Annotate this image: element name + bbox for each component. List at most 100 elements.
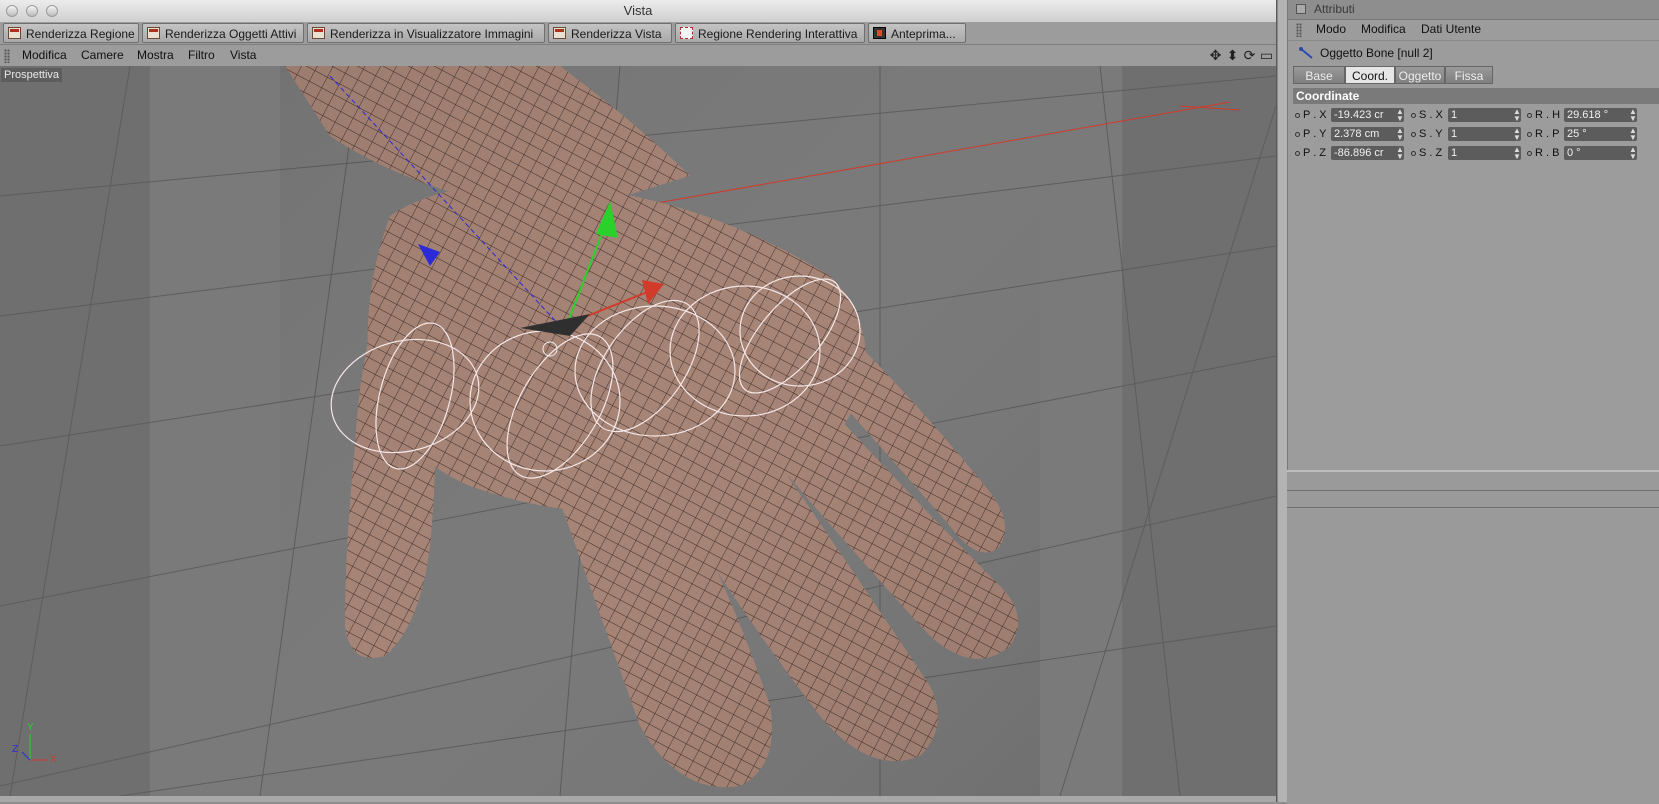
interactive-render-region-button[interactable]: Regione Rendering Interattiva bbox=[675, 23, 865, 43]
spinner-icon[interactable]: ▲ ▼ bbox=[1513, 146, 1521, 160]
grip-icon bbox=[1296, 23, 1302, 37]
tab-oggetto[interactable]: Oggetto bbox=[1395, 66, 1445, 84]
x-axis-label: X bbox=[50, 754, 57, 765]
scale-z-field[interactable]: 1 ▲ ▼ bbox=[1448, 146, 1521, 160]
pos-z-field[interactable]: -86.896 cr ▲ ▼ bbox=[1331, 146, 1404, 160]
render-picture-viewer-button[interactable]: Renderizza in Visualizzatore Immagini bbox=[307, 23, 545, 43]
rotate-view-icon[interactable]: ⟳ bbox=[1242, 48, 1257, 63]
render-view-button[interactable]: Renderizza Vista bbox=[548, 23, 672, 43]
object-label: Oggetto Bone [null 2] bbox=[1320, 46, 1433, 60]
clapper-icon bbox=[8, 27, 21, 39]
clapper-icon bbox=[147, 27, 160, 39]
menu-mostra[interactable]: Mostra bbox=[137, 45, 174, 66]
rot-b-field[interactable]: 0 ° ▲ ▼ bbox=[1564, 146, 1637, 160]
keyframe-dot-icon[interactable] bbox=[1295, 131, 1300, 137]
render-picture-viewer-label: Renderizza in Visualizzatore Immagini bbox=[330, 27, 534, 41]
pos-y-label: P . Y bbox=[1295, 125, 1326, 143]
tab-fissa[interactable]: Fissa bbox=[1445, 66, 1493, 84]
pos-x-label: P . X bbox=[1295, 106, 1327, 124]
menu-vista[interactable]: Vista bbox=[230, 45, 256, 66]
menu-camere[interactable]: Camere bbox=[81, 45, 124, 66]
lower-panel bbox=[1287, 470, 1659, 804]
scale-y-field[interactable]: 1 ▲ ▼ bbox=[1448, 127, 1521, 141]
keyframe-dot-icon[interactable] bbox=[1411, 131, 1416, 137]
clapper-icon bbox=[312, 27, 325, 39]
spinner-icon[interactable]: ▲ ▼ bbox=[1629, 146, 1637, 160]
vista-window: Vista Renderizza Regione Renderizza Ogge… bbox=[0, 0, 1277, 802]
rot-p-field[interactable]: 25 ° ▲ ▼ bbox=[1564, 127, 1637, 141]
render-region-label: Renderizza Regione bbox=[26, 27, 135, 41]
viewport-menu-bar: Modifica Camere Mostra Filtro Vista ✥ ⬍ … bbox=[0, 45, 1276, 67]
spinner-icon[interactable]: ▲ ▼ bbox=[1629, 108, 1637, 122]
preview-label: Anteprima... bbox=[891, 27, 956, 41]
clapper-icon bbox=[553, 27, 566, 39]
attributes-header: Attributi bbox=[1288, 0, 1659, 20]
keyframe-dot-icon[interactable] bbox=[1527, 150, 1532, 156]
keyframe-dot-icon[interactable] bbox=[1411, 150, 1416, 156]
attributes-menu-bar: Modo Modifica Dati Utente bbox=[1288, 19, 1659, 41]
menu-filtro[interactable]: Filtro bbox=[188, 45, 215, 66]
window-title: Vista bbox=[623, 3, 653, 18]
divider bbox=[1287, 490, 1659, 491]
tab-base[interactable]: Base bbox=[1293, 66, 1345, 84]
render-active-objects-button[interactable]: Renderizza Oggetti Attivi bbox=[142, 23, 304, 43]
render-view-label: Renderizza Vista bbox=[571, 27, 662, 41]
spinner-icon[interactable]: ▲ ▼ bbox=[1513, 108, 1521, 122]
keyframe-dot-icon[interactable] bbox=[1295, 150, 1300, 156]
move-view-icon[interactable]: ✥ bbox=[1208, 48, 1223, 63]
menu-modo[interactable]: Modo bbox=[1316, 19, 1346, 40]
rot-h-field[interactable]: 29.618 ° ▲ ▼ bbox=[1564, 108, 1637, 122]
spinner-icon[interactable]: ▲ ▼ bbox=[1396, 108, 1404, 122]
keyframe-dot-icon[interactable] bbox=[1527, 131, 1532, 137]
spinner-icon[interactable]: ▲ ▼ bbox=[1629, 127, 1637, 141]
keyframe-dot-icon[interactable] bbox=[1411, 112, 1416, 118]
interactive-render-region-label: Regione Rendering Interattiva bbox=[698, 27, 858, 41]
render-toolbar: Renderizza Regione Renderizza Oggetti At… bbox=[0, 22, 1276, 45]
zoom-window-button[interactable] bbox=[46, 5, 58, 17]
z-axis-label: Z bbox=[12, 744, 19, 755]
pos-z-label: P . Z bbox=[1295, 144, 1326, 162]
keyframe-dot-icon[interactable] bbox=[1527, 112, 1532, 118]
dolly-view-icon[interactable]: ⬍ bbox=[1225, 48, 1240, 63]
menu-modifica-attr[interactable]: Modifica bbox=[1361, 19, 1406, 40]
tab-coord[interactable]: Coord. bbox=[1345, 66, 1395, 84]
scale-y-label: S . Y bbox=[1411, 125, 1443, 143]
spinner-icon[interactable]: ▲ ▼ bbox=[1396, 146, 1404, 160]
viewport-label: Prospettiva bbox=[1, 68, 63, 82]
preview-button[interactable]: Anteprima... bbox=[868, 23, 966, 43]
pos-y-field[interactable]: 2.378 cm ▲ ▼ bbox=[1331, 127, 1404, 141]
bone-icon bbox=[1299, 47, 1313, 59]
keyframe-dot-icon[interactable] bbox=[1295, 112, 1300, 118]
render-active-objects-label: Renderizza Oggetti Attivi bbox=[165, 27, 297, 41]
scale-x-field[interactable]: 1 ▲ ▼ bbox=[1448, 108, 1521, 122]
panel-checkbox[interactable] bbox=[1296, 4, 1306, 14]
maximize-view-icon[interactable]: ▭ bbox=[1259, 48, 1274, 63]
minimize-window-button[interactable] bbox=[26, 5, 38, 17]
spinner-icon[interactable]: ▲ ▼ bbox=[1396, 127, 1404, 141]
viewport-scene bbox=[0, 66, 1276, 796]
pos-x-field[interactable]: -19.423 cr ▲ ▼ bbox=[1331, 108, 1404, 122]
menu-dati-utente[interactable]: Dati Utente bbox=[1421, 19, 1481, 40]
viewport-bottom-border bbox=[0, 796, 1276, 802]
scale-x-label: S . X bbox=[1411, 106, 1443, 124]
close-window-button[interactable] bbox=[6, 5, 18, 17]
coordinate-section-header: Coordinate bbox=[1293, 88, 1659, 104]
divider bbox=[1287, 507, 1659, 508]
grip-icon bbox=[4, 49, 10, 63]
attributes-title: Attributi bbox=[1314, 2, 1355, 16]
film-icon bbox=[873, 27, 886, 39]
render-region-button[interactable]: Renderizza Regione bbox=[3, 23, 139, 43]
window-titlebar[interactable]: Vista bbox=[0, 0, 1276, 23]
rot-p-label: R . P bbox=[1527, 125, 1559, 143]
scale-z-label: S . Z bbox=[1411, 144, 1442, 162]
y-axis-label: Y bbox=[27, 722, 34, 733]
3d-viewport[interactable]: Prospettiva Y X Z bbox=[0, 66, 1276, 796]
menu-modifica[interactable]: Modifica bbox=[22, 45, 67, 66]
rot-h-label: R . H bbox=[1527, 106, 1560, 124]
rot-b-label: R . B bbox=[1527, 144, 1559, 162]
spinner-icon[interactable]: ▲ ▼ bbox=[1513, 127, 1521, 141]
region-icon bbox=[680, 27, 693, 39]
attributes-panel: Attributi Modo Modifica Dati Utente Ogge… bbox=[1287, 0, 1659, 470]
axis-indicator: Y X Z bbox=[10, 722, 60, 771]
hand-mesh[interactable] bbox=[280, 66, 1040, 796]
